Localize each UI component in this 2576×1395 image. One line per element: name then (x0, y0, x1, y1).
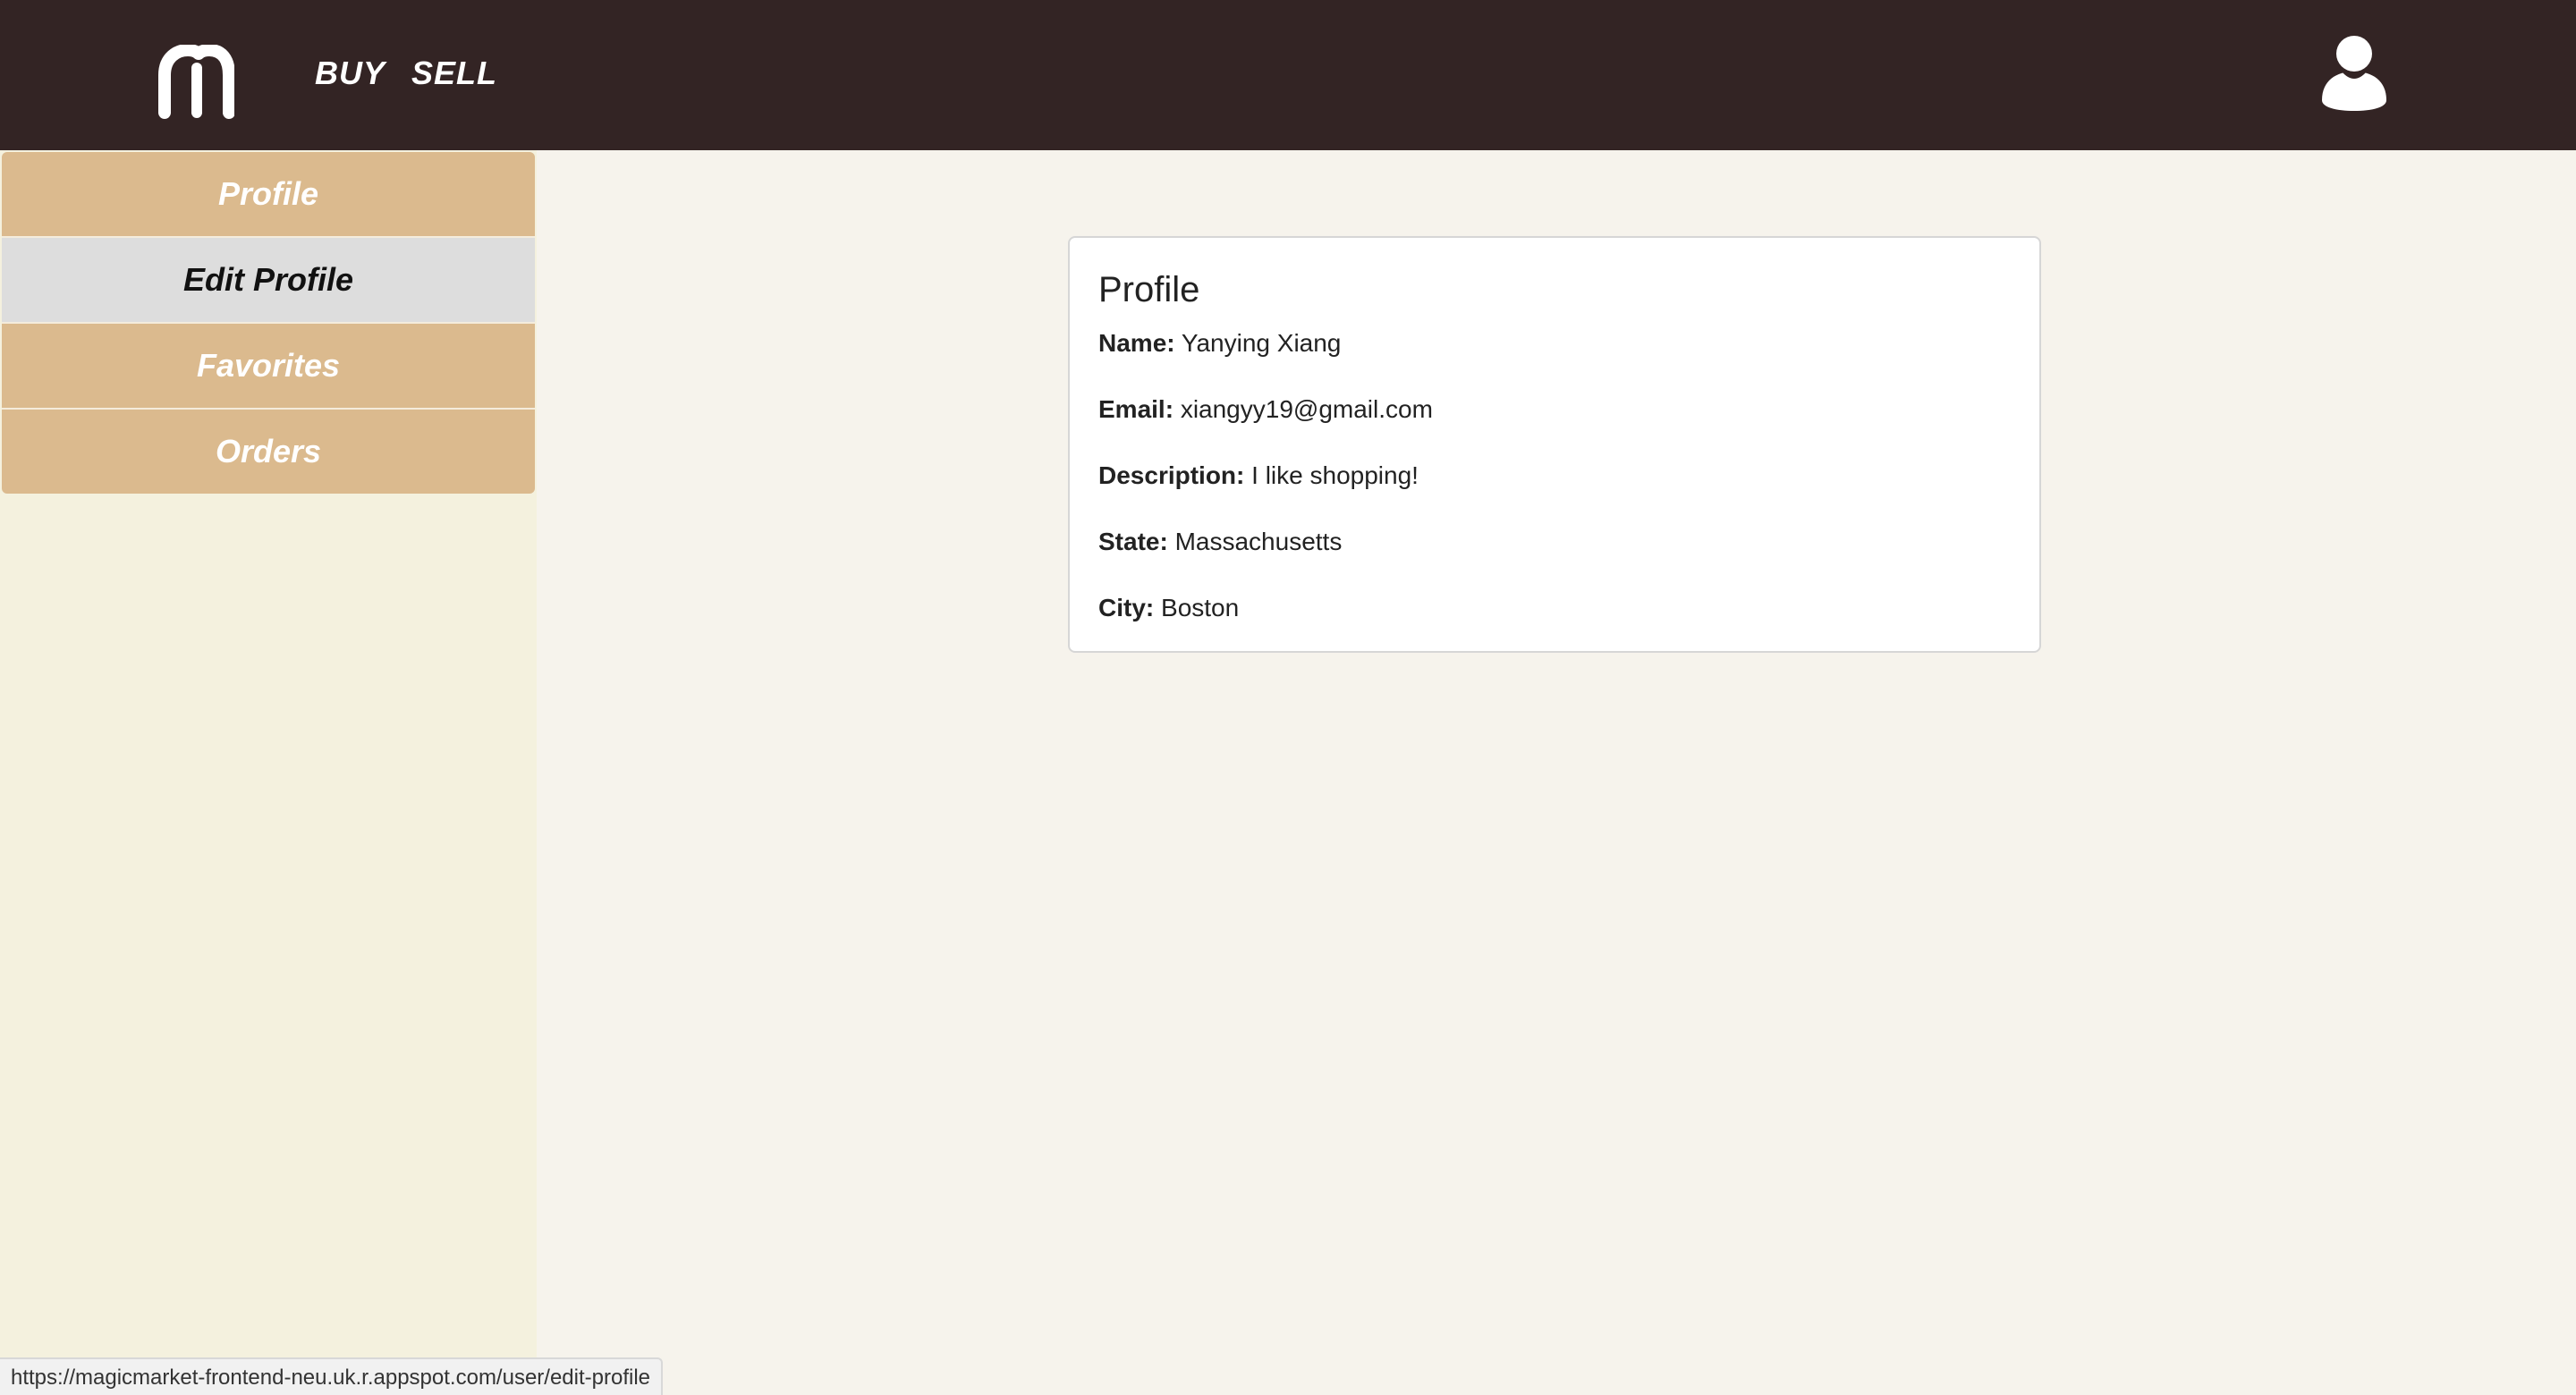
field-value: Yanying Xiang (1181, 329, 1342, 357)
nav-sell-link[interactable]: SELL (411, 50, 497, 97)
sidebar-item-orders[interactable]: Orders (2, 410, 535, 494)
field-value: xiangyy19@gmail.com (1180, 395, 1433, 423)
nav-buy-link[interactable]: BUY (315, 50, 386, 97)
magic-market-logo-icon[interactable] (157, 45, 234, 120)
profile-field-name: Name: Yanying Xiang (1098, 327, 1341, 359)
field-value: Boston (1161, 594, 1240, 621)
link-status-bar: https://magicmarket-frontend-neu.uk.r.ap… (0, 1357, 664, 1395)
field-label: Description: (1098, 461, 1245, 489)
field-label: Email: (1098, 395, 1174, 423)
chevron-down-icon[interactable] (2410, 66, 2420, 72)
sidebar: Profile Edit Profile Favorites Orders (0, 150, 537, 1395)
field-value: Massachusetts (1174, 528, 1343, 555)
profile-field-city: City: Boston (1098, 592, 1239, 624)
field-value: I like shopping! (1251, 461, 1419, 489)
sidebar-item-profile[interactable]: Profile (2, 152, 535, 238)
sidebar-item-edit-profile[interactable]: Edit Profile (2, 238, 535, 324)
user-avatar-icon[interactable] (2318, 34, 2390, 111)
top-navbar: BUY SELL (0, 0, 2576, 150)
field-label: City: (1098, 594, 1155, 621)
profile-field-email: Email: xiangyy19@gmail.com (1098, 393, 1433, 426)
profile-card: Profile Name: Yanying Xiang Email: xiang… (1068, 236, 2041, 653)
profile-field-description: Description: I like shopping! (1098, 460, 1419, 492)
field-label: Name: (1098, 329, 1175, 357)
profile-card-title: Profile (1098, 270, 1200, 309)
profile-field-state: State: Massachusetts (1098, 526, 1342, 558)
field-label: State: (1098, 528, 1168, 555)
sidebar-item-favorites[interactable]: Favorites (2, 324, 535, 410)
